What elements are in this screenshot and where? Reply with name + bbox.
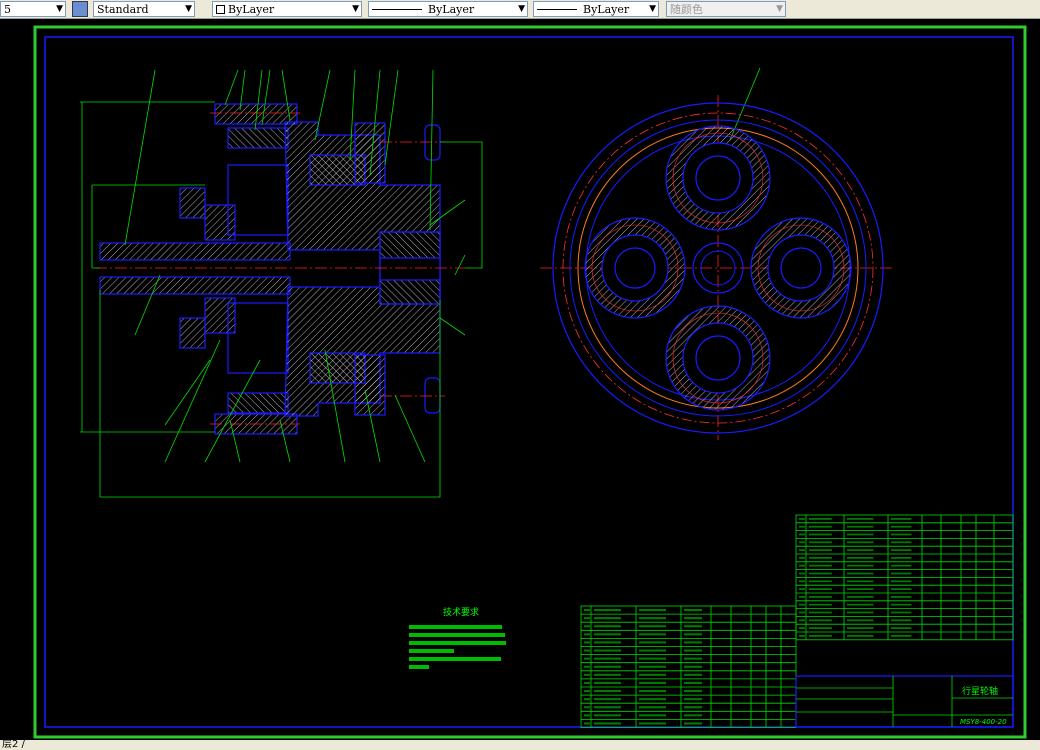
color-swatch-icon	[216, 4, 225, 14]
color-dropdown[interactable]: ByLayer ▼	[212, 1, 362, 17]
end-view	[552, 102, 884, 434]
tech-requirements-title: 技术要求	[443, 606, 479, 618]
outer-frame	[33, 25, 1027, 739]
section-view	[99, 103, 441, 435]
chevron-down-icon: ▼	[649, 4, 656, 14]
lineweight-dropdown[interactable]: ByLayer ▼	[533, 1, 659, 17]
command-line[interactable]: 层2 /	[0, 740, 1040, 750]
drawing-canvas[interactable]: 技术要求 行星轮轴 MSY8-400-20	[0, 19, 1040, 740]
linetype-dropdown[interactable]: ByLayer ▼	[368, 1, 528, 17]
parts-list-lower	[580, 605, 797, 728]
line-sample-icon	[537, 8, 577, 10]
properties-toolbar: 5 ▼ Standard ▼ ByLayer ▼ ByLayer ▼ ByLayer ▼ …	[0, 0, 1040, 19]
drawing-number: MSY8-400-20	[960, 718, 1007, 726]
parts-list-upper	[795, 514, 1014, 641]
text-style-dropdown[interactable]: Standard ▼	[93, 1, 195, 17]
layer-dropdown[interactable]: 5 ▼	[0, 1, 66, 17]
chevron-down-icon: ▼	[776, 4, 783, 14]
inner-border	[44, 36, 1014, 728]
chevron-down-icon: ▼	[518, 4, 525, 14]
part-name: 行星轮轴	[962, 685, 998, 697]
planet-gears	[584, 125, 852, 411]
chevron-down-icon: ▼	[56, 4, 63, 14]
chevron-down-icon: ▼	[185, 4, 192, 14]
text-style-icon[interactable]	[72, 1, 88, 17]
plot-style-dropdown: 随颜色 ▼	[666, 1, 786, 17]
line-sample-icon	[372, 8, 422, 10]
chevron-down-icon: ▼	[352, 4, 359, 14]
technical-requirements: 技术要求	[409, 606, 506, 669]
